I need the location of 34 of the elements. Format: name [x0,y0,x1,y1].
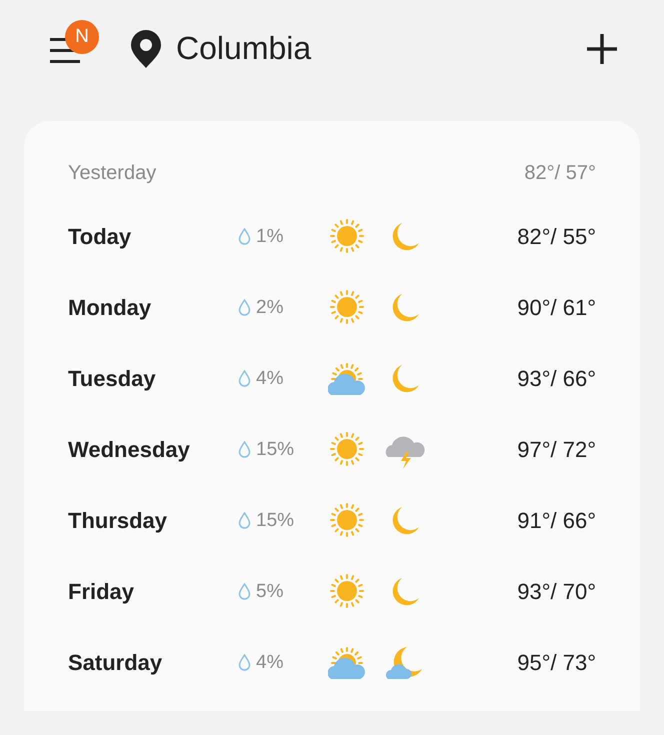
day-name: Monday [68,294,152,320]
raindrop-icon [238,370,251,387]
precipitation-chance: 4% [256,652,284,674]
day-name: Wednesday [68,436,191,462]
precipitation-chance: 1% [256,226,284,248]
raindrop-icon [238,654,251,671]
high-low-temperatures: 93°/ 66° [517,366,596,392]
raindrop-icon [238,299,251,316]
day-name: Friday [68,578,136,604]
raindrop-icon [238,228,251,245]
precipitation-chance: 2% [256,296,284,318]
high-low-temperatures: 93°/ 70° [517,578,596,604]
location-pin-icon [130,28,162,68]
raindrop-icon [238,583,251,600]
day-name: Saturday [68,650,164,676]
high-low-temperatures: 91°/ 66° [517,508,596,534]
add-icon[interactable] [586,32,618,64]
precipitation-chance: 5% [256,580,284,602]
raindrop-icon [238,512,251,529]
high-low-temperatures: 97°/ 72° [517,436,596,462]
precipitation-chance: 15% [256,438,294,460]
day-name: Tuesday [68,366,157,392]
high-low-temperatures: 82°/ 55° [517,224,596,250]
day-name: Thursday [68,508,168,534]
yesterday-label: Yesterday [68,162,156,184]
raindrop-icon [238,441,251,458]
high-low-temperatures: 95°/ 73° [517,650,596,676]
high-low-temperatures: 90°/ 61° [517,294,596,320]
yesterday-temperatures: 82°/ 57° [524,162,596,184]
precipitation-chance: 4% [256,368,284,390]
notification-badge: N [65,20,99,54]
location-name[interactable]: Columbia [176,30,586,67]
day-name: Today [68,224,132,250]
precipitation-chance: 15% [256,510,294,532]
